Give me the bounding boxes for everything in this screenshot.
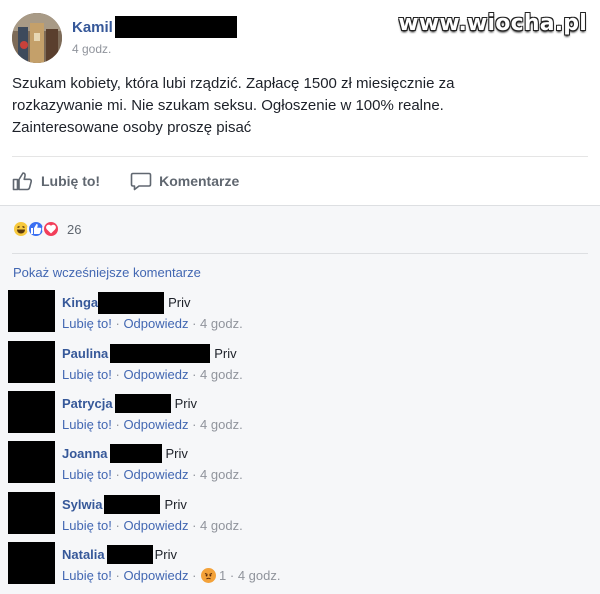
thumbs-up-icon	[12, 172, 33, 191]
meta-separator: ·	[226, 568, 238, 583]
redaction-bar	[104, 495, 161, 514]
comment-like-link[interactable]: Lubię to!	[62, 518, 112, 533]
comment-timestamp[interactable]: 4 godz.	[200, 316, 243, 331]
comment-timestamp[interactable]: 4 godz.	[200, 417, 243, 432]
redaction-bar	[106, 545, 153, 564]
comment-item: Sylwia Priv Lubię to! · Odpowiedz · 4 go…	[8, 492, 568, 538]
comment-reply-link[interactable]: Odpowiedz	[123, 316, 188, 331]
commenter-name[interactable]: Patrycja	[62, 396, 113, 411]
comment-text: Priv	[168, 295, 191, 310]
comment-item: Kinga Priv Lubię to! · Odpowiedz · 4 god…	[8, 290, 568, 336]
meta-separator: ·	[111, 467, 124, 482]
reactions-summary[interactable]: 26	[12, 219, 81, 239]
commenter-name[interactable]: Sylwia	[62, 497, 102, 512]
commenter-avatar[interactable]	[8, 391, 55, 433]
comment-meta: Lubię to! · Odpowiedz · 4 godz.	[62, 316, 243, 331]
author-row: Kamil	[72, 15, 237, 39]
comments-section: 26 Pokaż wcześniejsze komentarze Kinga P…	[0, 205, 600, 594]
comment-body: Patrycja Priv	[62, 394, 197, 413]
meta-separator: ·	[188, 417, 201, 432]
post-actions: Lubię to! Komentarze	[12, 166, 269, 196]
comment-text: Priv	[214, 346, 237, 361]
redaction-bar	[98, 291, 165, 314]
comment-meta: Lubię to! · Odpowiedz · 4 godz.	[62, 467, 243, 482]
meta-separator: ·	[188, 316, 201, 331]
comment-like-link[interactable]: Lubię to!	[62, 467, 112, 482]
comment-item: Patrycja Priv Lubię to! · Odpowiedz · 4 …	[8, 391, 568, 437]
post: Kamil 4 godz. www.wiocha.pl Szukam kobie…	[0, 0, 600, 205]
post-text: Szukam kobiety, która lubi rządzić. Zapł…	[12, 75, 455, 136]
like-button[interactable]: Lubię to!	[12, 171, 100, 191]
commenter-name[interactable]: Paulina	[62, 346, 108, 361]
commenter-avatar[interactable]	[8, 542, 55, 584]
comment-body: Natalia Priv	[62, 545, 178, 564]
commenter-avatar[interactable]	[8, 290, 55, 332]
comment-reply-link[interactable]: Odpowiedz	[123, 467, 188, 482]
meta-separator: ·	[188, 518, 201, 533]
commenter-name[interactable]: Joanna	[62, 446, 108, 461]
comment-meta: Lubię to! · Odpowiedz · 4 godz.	[62, 417, 243, 432]
like-label: Lubię to!	[41, 173, 101, 189]
meta-separator: ·	[111, 568, 124, 583]
commenter-avatar[interactable]	[8, 341, 55, 383]
redaction-bar	[110, 344, 211, 363]
view-previous-comments-link[interactable]: Pokaż wcześniejsze komentarze	[13, 265, 201, 280]
comment-item: Natalia Priv Lubię to! · Odpowiedz · 1 ·…	[8, 542, 568, 588]
comment-meta: Lubię to! · Odpowiedz · 1 · 4 godz.	[62, 568, 281, 583]
site-watermark: www.wiocha.pl	[398, 11, 587, 36]
comment-label: Komentarze	[159, 173, 240, 189]
meta-separator: ·	[188, 367, 201, 382]
redaction-bar	[114, 16, 237, 38]
comment-like-link[interactable]: Lubię to!	[62, 316, 112, 331]
comment-timestamp[interactable]: 4 godz.	[238, 568, 281, 583]
comment-button[interactable]: Komentarze	[130, 171, 239, 191]
commenter-avatar[interactable]	[8, 492, 55, 534]
comment-body: Joanna Priv	[62, 444, 188, 463]
comment-body: Kinga Priv	[62, 291, 191, 314]
redaction-bar	[109, 444, 162, 463]
comment-bubble-icon	[130, 172, 152, 191]
comment-item: Paulina Priv Lubię to! · Odpowiedz · 4 g…	[8, 341, 568, 387]
comment-reaction-count: 1	[219, 568, 227, 583]
comment-like-link[interactable]: Lubię to!	[62, 417, 112, 432]
divider	[12, 253, 588, 254]
divider	[12, 156, 588, 157]
meta-separator: ·	[111, 367, 124, 382]
meta-separator: ·	[111, 518, 124, 533]
comment-like-link[interactable]: Lubię to!	[62, 568, 112, 583]
author-name[interactable]: Kamil	[72, 19, 113, 36]
comment-reply-link[interactable]: Odpowiedz	[123, 568, 188, 583]
angry-reaction-icon[interactable]	[201, 568, 217, 583]
comment-reply-link[interactable]: Odpowiedz	[123, 518, 188, 533]
comment-meta: Lubię to! · Odpowiedz · 4 godz.	[62, 367, 243, 382]
comment-body: Sylwia Priv	[62, 495, 187, 514]
commenter-avatar[interactable]	[8, 441, 55, 483]
comment-item: Joanna Priv Lubię to! · Odpowiedz · 4 go…	[8, 441, 568, 487]
comment-text: Priv	[154, 547, 178, 562]
comment-timestamp[interactable]: 4 godz.	[200, 467, 243, 482]
comment-reply-link[interactable]: Odpowiedz	[123, 417, 188, 432]
meta-separator: ·	[188, 467, 201, 482]
author-avatar[interactable]	[12, 13, 62, 63]
comment-timestamp[interactable]: 4 godz.	[200, 518, 243, 533]
comment-text: Priv	[165, 446, 188, 461]
commenter-name[interactable]: Kinga	[62, 295, 98, 310]
redaction-bar	[114, 394, 171, 413]
meta-separator: ·	[111, 316, 124, 331]
avatar-photo	[12, 13, 62, 63]
commenter-name[interactable]: Natalia	[62, 547, 105, 562]
comment-meta: Lubię to! · Odpowiedz · 4 godz.	[62, 518, 243, 533]
meta-separator: ·	[188, 568, 201, 583]
comment-text: Priv	[164, 497, 187, 512]
love-reaction-icon	[42, 220, 60, 238]
comment-body: Paulina Priv	[62, 344, 237, 363]
comment-text: Priv	[174, 396, 197, 411]
comment-timestamp[interactable]: 4 godz.	[200, 367, 243, 382]
comment-reply-link[interactable]: Odpowiedz	[123, 367, 188, 382]
reaction-count: 26	[67, 221, 82, 237]
post-timestamp[interactable]: 4 godz.	[72, 42, 111, 56]
meta-separator: ·	[111, 417, 124, 432]
comment-like-link[interactable]: Lubię to!	[62, 367, 112, 382]
